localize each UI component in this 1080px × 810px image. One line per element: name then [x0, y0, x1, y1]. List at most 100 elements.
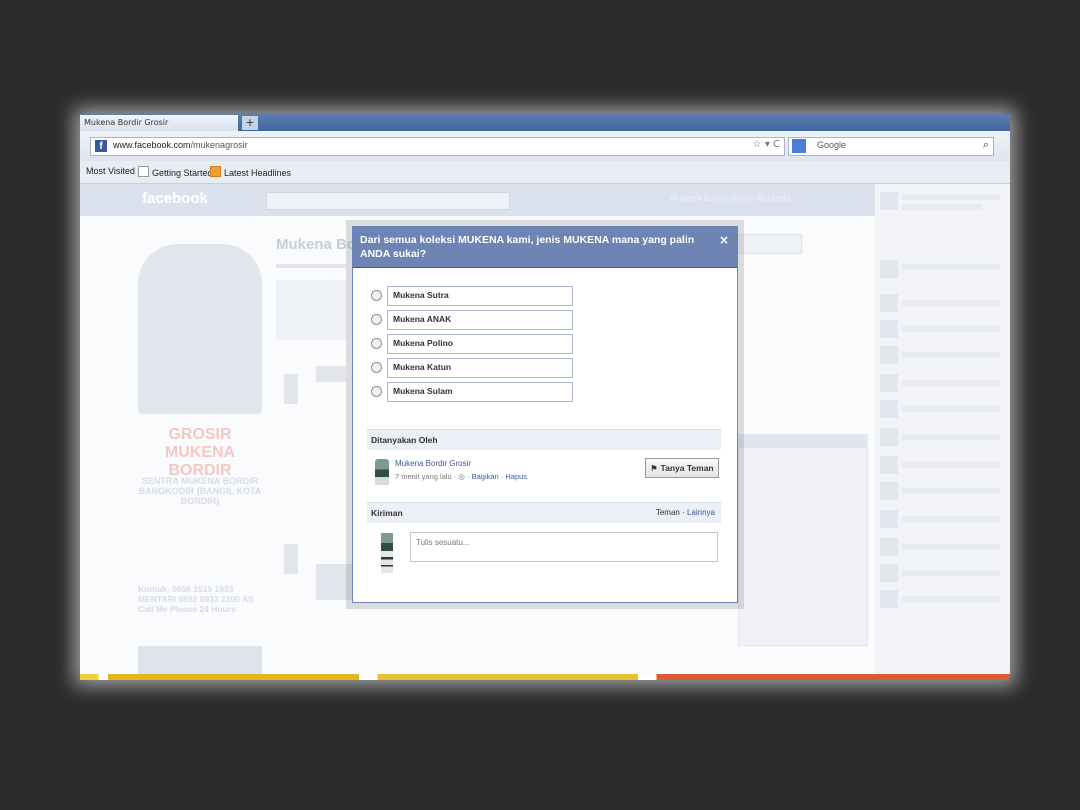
radio-button[interactable] [371, 290, 382, 301]
address-bar[interactable]: f www.facebook.com/mukenagrosir ☆ ▾ C [90, 137, 785, 156]
chat-avatar [880, 482, 898, 500]
feed-avatar [284, 374, 298, 404]
page-icon [138, 166, 149, 177]
facebook-logo: facebook [142, 190, 208, 207]
chat-text [902, 264, 1000, 270]
radio-button[interactable] [371, 338, 382, 349]
bookmark-getting-started[interactable]: Getting Started [138, 166, 213, 178]
radio-button[interactable] [371, 386, 382, 397]
chat-avatar [880, 260, 898, 278]
screenshot-frame: Mukena Bordir Grosir + f www.facebook.co… [80, 114, 1010, 680]
chat-text [902, 406, 1000, 412]
chat-avatar [880, 400, 898, 418]
chat-text [902, 488, 1000, 494]
new-tab-button[interactable]: + [242, 116, 258, 130]
chat-avatar [880, 192, 898, 210]
ask-friends-button[interactable]: ⚑ Tanya Teman [645, 458, 719, 478]
chat-avatar [880, 374, 898, 392]
radio-button[interactable] [371, 314, 382, 325]
facebook-favicon-icon: f [95, 140, 107, 152]
chat-text [902, 204, 982, 210]
post-placeholder: Tulis sesuatu... [416, 538, 470, 547]
friends-filter[interactable]: Teman [656, 508, 680, 517]
taskbar-edge [80, 674, 1010, 680]
facebook-user-area: Mukena Bordir Grosir Beranda [670, 194, 791, 203]
close-icon[interactable]: × [719, 233, 729, 247]
poll-option-box: Mukena Sulam [387, 382, 573, 402]
poll-option[interactable]: Mukena ANAK [371, 310, 591, 332]
url-host: www.facebook.com [113, 140, 191, 150]
search-bar[interactable]: Google ⌕ [788, 137, 994, 156]
poll-option[interactable]: Mukena Katun [371, 358, 591, 380]
poll-option-label: Mukena Sulam [393, 386, 453, 396]
page-subtitle-line [276, 264, 346, 268]
poll-option-label: Mukena Katun [393, 362, 452, 372]
chat-text [902, 434, 1000, 440]
radio-button[interactable] [371, 362, 382, 373]
poll-option-box: Mukena Sutra [387, 286, 573, 306]
poll-option-box: Mukena ANAK [387, 310, 573, 330]
asker-time: 7 menit yang lalu [395, 472, 452, 481]
poll-option-box: Mukena Katun [387, 358, 573, 378]
bookmark-getting-started-label: Getting Started [152, 168, 213, 178]
header-button [736, 234, 802, 254]
side-widget [738, 434, 868, 646]
poll-option-label: Mukena Polino [393, 338, 453, 348]
bookmark-star-reload-icon[interactable]: ☆ ▾ C [753, 139, 780, 150]
sidebar-description: SENTRA MUKENA BORDIR BANGKODIR (BANGIL K… [138, 476, 262, 506]
posts-heading: Kiriman [371, 508, 403, 518]
chat-text [902, 380, 1000, 386]
feed-image [316, 564, 352, 600]
browser-tab[interactable]: Mukena Bordir Grosir [80, 115, 238, 131]
dialog-header: Dari semua koleksi MUKENA kami, jenis MU… [353, 227, 737, 268]
chat-text [902, 596, 1000, 602]
more-link[interactable]: Lainnya [687, 508, 715, 517]
post-input[interactable]: Tulis sesuatu... [410, 532, 718, 562]
browser-nav-bar: f www.facebook.com/mukenagrosir ☆ ▾ C Go… [80, 131, 1010, 161]
posts-section-header: Kiriman Teman · Lainnya [367, 502, 721, 523]
feed-text [316, 366, 346, 382]
delete-link[interactable]: Hapus [505, 472, 527, 481]
chat-avatar [880, 428, 898, 446]
bookmark-most-visited[interactable]: Most Visited [86, 166, 135, 176]
poll-option-box: Mukena Polino [387, 334, 573, 354]
chat-avatar [880, 456, 898, 474]
rss-icon [210, 166, 221, 177]
chat-avatar [880, 538, 898, 556]
contact-info: Kontak: 0856 1515 1933 MENTARI 0852 8933… [138, 584, 254, 614]
google-icon [792, 139, 806, 153]
search-icon[interactable]: ⌕ [983, 138, 989, 152]
address-block [138, 646, 262, 676]
chat-avatar [880, 590, 898, 608]
globe-icon: ◎ [458, 472, 465, 481]
chat-sidebar [875, 184, 1010, 680]
share-link[interactable]: Bagikan [472, 472, 499, 481]
browser-tab-bar: Mukena Bordir Grosir + [80, 114, 1010, 131]
poll-option-label: Mukena Sutra [393, 290, 449, 300]
chat-text [902, 462, 1000, 468]
flag-icon: ⚑ [650, 464, 658, 473]
chat-text [902, 544, 1000, 550]
asker-avatar[interactable] [375, 459, 389, 485]
side-widget-header [738, 434, 866, 448]
facebook-header: facebook Mukena Bordir Grosir Beranda [80, 184, 875, 216]
brand-text: GROSIR MUKENA BORDIR [164, 426, 236, 479]
url-path: /mukenagrosir [190, 140, 248, 150]
poll-option[interactable]: Mukena Sutra [371, 286, 591, 308]
status-box [276, 280, 346, 340]
chat-text [902, 352, 1000, 358]
poll-option-label: Mukena ANAK [393, 314, 452, 324]
asker-name-link[interactable]: Mukena Bordir Grosir [395, 459, 471, 468]
poll-option[interactable]: Mukena Polino [371, 334, 591, 356]
chat-text [902, 570, 1000, 576]
bookmarks-toolbar: Most Visited Getting Started Latest Head… [80, 161, 1010, 184]
bookmark-latest-headlines[interactable]: Latest Headlines [210, 166, 291, 178]
asked-by-heading: Ditanyakan Oleh [371, 435, 438, 445]
dialog-title: Dari semua koleksi MUKENA kami, jenis MU… [360, 234, 695, 260]
asker-meta: 7 menit yang lalu · ◎ · Bagikan · Hapus [395, 472, 528, 481]
poll-option[interactable]: Mukena Sulam [371, 382, 591, 404]
profile-picture [138, 244, 262, 414]
chat-text [902, 326, 1000, 332]
poster-avatar [381, 533, 393, 573]
chat-text [902, 194, 1000, 200]
